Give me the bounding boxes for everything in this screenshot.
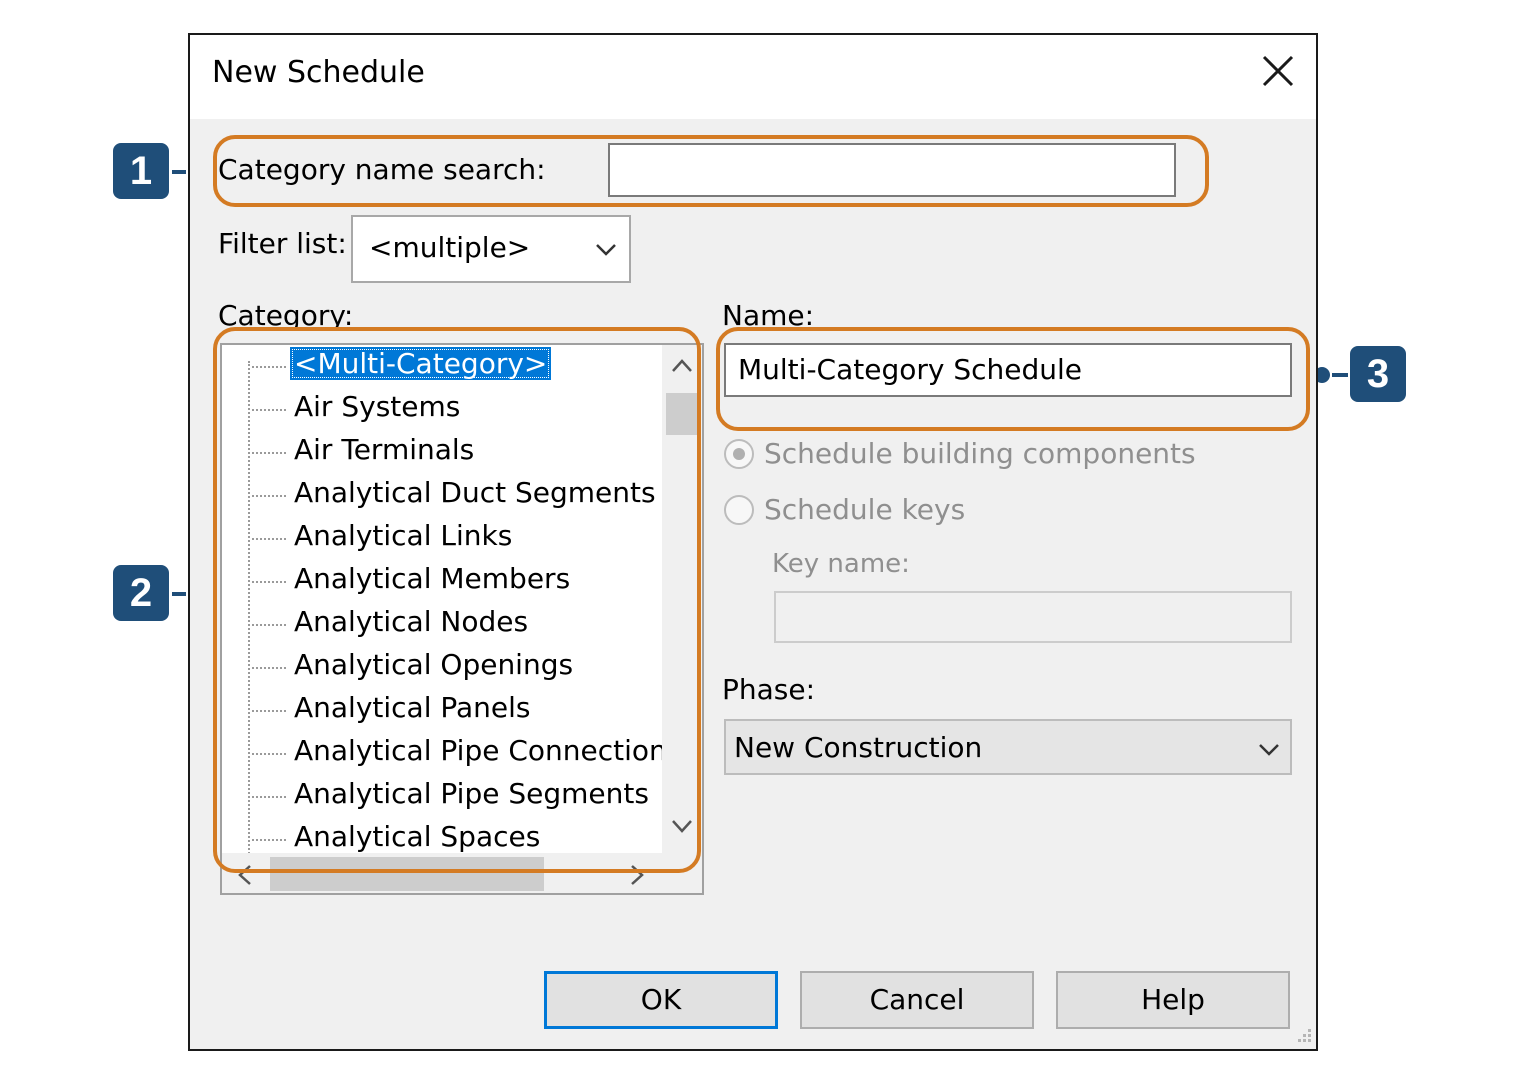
- callout-highlight-3: [716, 327, 1310, 431]
- radio-selected-dot: [733, 448, 745, 460]
- filter-list-value: <multiple>: [369, 231, 531, 264]
- key-name-input[interactable]: [774, 591, 1292, 643]
- callout-highlight-2: [213, 327, 701, 873]
- callout-badge-2: 2: [113, 565, 169, 621]
- chevron-down-icon: [595, 239, 617, 265]
- phase-label: Phase:: [722, 673, 816, 706]
- callout-badge-1: 1: [113, 143, 169, 199]
- callout-connector-1: [172, 170, 186, 174]
- dialog-title: New Schedule: [212, 55, 425, 90]
- resize-grip-icon[interactable]: [1294, 1025, 1314, 1045]
- title-bar: New Schedule: [190, 35, 1316, 119]
- key-name-label: Key name:: [772, 549, 910, 579]
- callout-connector-2: [172, 592, 186, 596]
- cancel-button[interactable]: Cancel: [800, 971, 1034, 1029]
- schedule-building-components-label: Schedule building components: [764, 437, 1196, 470]
- callout-highlight-1: [213, 135, 1209, 207]
- callout-badge-3: 3: [1350, 346, 1406, 402]
- new-schedule-dialog: New Schedule Category name search: Filte…: [188, 33, 1318, 1051]
- help-button[interactable]: Help: [1056, 971, 1290, 1029]
- filter-list-label: Filter list:: [218, 227, 347, 260]
- close-icon[interactable]: [1258, 51, 1298, 91]
- chevron-down-icon: [1258, 739, 1280, 765]
- callout-connector-3: [1332, 373, 1348, 377]
- schedule-keys-label: Schedule keys: [764, 493, 966, 526]
- schedule-keys-radio[interactable]: [724, 495, 754, 525]
- phase-dropdown[interactable]: New Construction: [724, 719, 1292, 775]
- schedule-building-components-radio[interactable]: [724, 439, 754, 469]
- ok-button[interactable]: OK: [544, 971, 778, 1029]
- filter-list-dropdown[interactable]: <multiple>: [351, 215, 631, 283]
- phase-value: New Construction: [734, 731, 983, 764]
